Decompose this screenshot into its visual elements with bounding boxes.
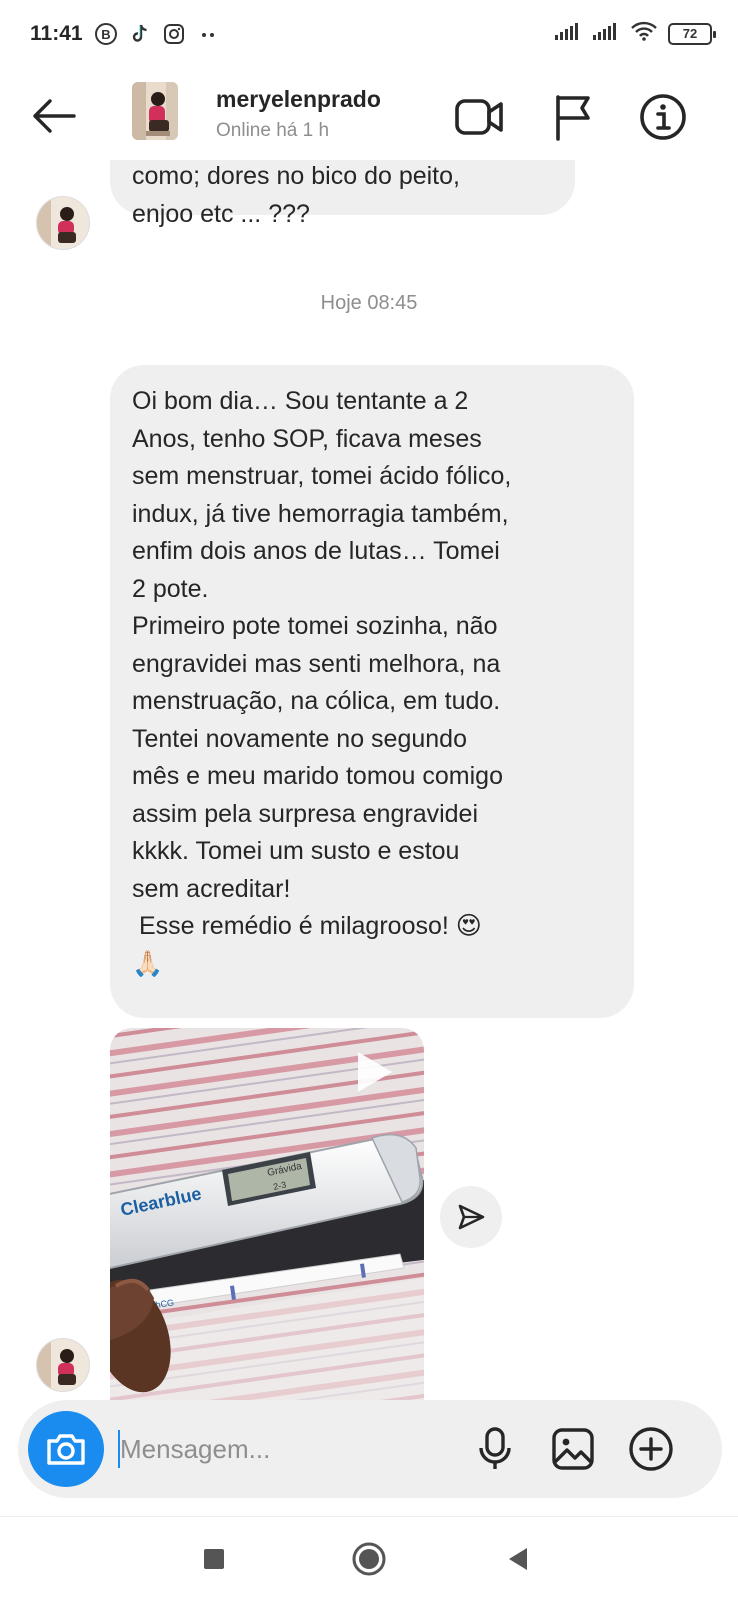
microphone-icon (479, 1427, 511, 1469)
plus-circle-icon (629, 1427, 673, 1471)
battery-level: 72 (682, 26, 698, 41)
system-back-button[interactable] (496, 1537, 540, 1581)
message-thread[interactable]: como; dores no bico do peito, enjoo etc … (0, 160, 738, 1400)
signal-icon (592, 21, 620, 46)
message-bubble[interactable]: Oi bom dia… Sou tentante a 2 Anos, tenho… (110, 365, 634, 1018)
video-message[interactable]: Grávida 2-3 Clearblue hCG (110, 1028, 424, 1400)
flag-icon (556, 95, 590, 141)
message-text: como; dores no bico do peito, enjoo etc … (132, 162, 460, 228)
more-dots-icon (196, 22, 220, 46)
camera-icon (47, 1434, 85, 1465)
home-button[interactable] (347, 1537, 391, 1581)
gallery-button[interactable] (546, 1422, 600, 1476)
back-triangle-icon (509, 1548, 527, 1570)
battery-icon: 72 (668, 22, 716, 45)
status-bar: 11:41 B 72 (0, 0, 738, 72)
more-options-button[interactable] (624, 1422, 678, 1476)
back-arrow-icon (33, 99, 76, 133)
online-status: Online há 1 h (216, 120, 330, 141)
message-input[interactable] (118, 1427, 478, 1471)
instagram-icon (162, 22, 186, 46)
message-composer (18, 1400, 722, 1498)
video-call-button[interactable] (452, 90, 506, 144)
signal-icon (554, 21, 582, 46)
tiktok-icon (128, 22, 152, 46)
status-time: 11:41 (30, 22, 83, 45)
pregnancy-test-video-thumbnail: Grávida 2-3 Clearblue hCG (110, 1028, 424, 1400)
status-notification-icons: B (94, 22, 220, 46)
svg-text:B: B (101, 27, 110, 42)
message-bubble[interactable]: como; dores no bico do peito, enjoo etc … (110, 160, 575, 228)
chat-header: meryelenprado Online há 1 h (0, 72, 738, 160)
recents-square-icon (204, 1549, 224, 1569)
avatar[interactable] (36, 1338, 90, 1392)
send-paper-plane-icon (458, 1204, 485, 1230)
status-system-icons: 72 (554, 20, 716, 47)
info-icon (640, 94, 686, 140)
home-circle-icon (352, 1542, 386, 1576)
message-text: Oi bom dia… Sou tentante a 2 Anos, tenho… (132, 387, 512, 978)
recents-button[interactable] (192, 1537, 236, 1581)
gallery-icon (552, 1428, 594, 1470)
camera-button[interactable] (28, 1411, 104, 1487)
share-button[interactable] (440, 1186, 502, 1248)
avatar[interactable] (36, 196, 90, 250)
report-flag-button[interactable] (546, 90, 600, 144)
video-call-icon (455, 99, 503, 135)
b-circle-icon: B (94, 22, 118, 46)
back-button[interactable] (28, 92, 80, 140)
message-timestamp: Hoje 08:45 (320, 292, 418, 314)
avatar[interactable] (132, 82, 178, 140)
system-nav-bar (0, 1516, 738, 1600)
wifi-icon (630, 20, 658, 47)
info-button[interactable] (636, 90, 690, 144)
chat-username[interactable]: meryelenprado (216, 86, 381, 113)
voice-message-button[interactable] (468, 1422, 522, 1476)
